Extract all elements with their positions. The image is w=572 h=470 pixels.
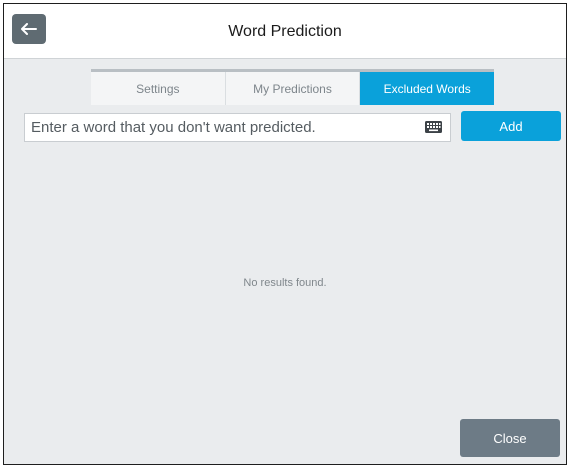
- empty-results-message: No results found.: [243, 277, 327, 289]
- tab-bar: Settings My Predictions Excluded Words: [91, 69, 495, 105]
- tab-my-predictions[interactable]: My Predictions: [225, 72, 361, 105]
- tab-settings[interactable]: Settings: [91, 72, 226, 105]
- tab-excluded-words[interactable]: Excluded Words: [360, 72, 495, 105]
- word-prediction-dialog: Word Prediction Settings My Predictions …: [3, 3, 567, 465]
- close-button[interactable]: Close: [460, 419, 560, 457]
- keyboard-icon[interactable]: [425, 121, 442, 133]
- excluded-word-field: [24, 113, 451, 142]
- title-bar: Word Prediction: [4, 4, 566, 59]
- page-title: Word Prediction: [228, 23, 342, 40]
- excluded-word-input[interactable]: [25, 114, 410, 141]
- add-button[interactable]: Add: [461, 111, 561, 141]
